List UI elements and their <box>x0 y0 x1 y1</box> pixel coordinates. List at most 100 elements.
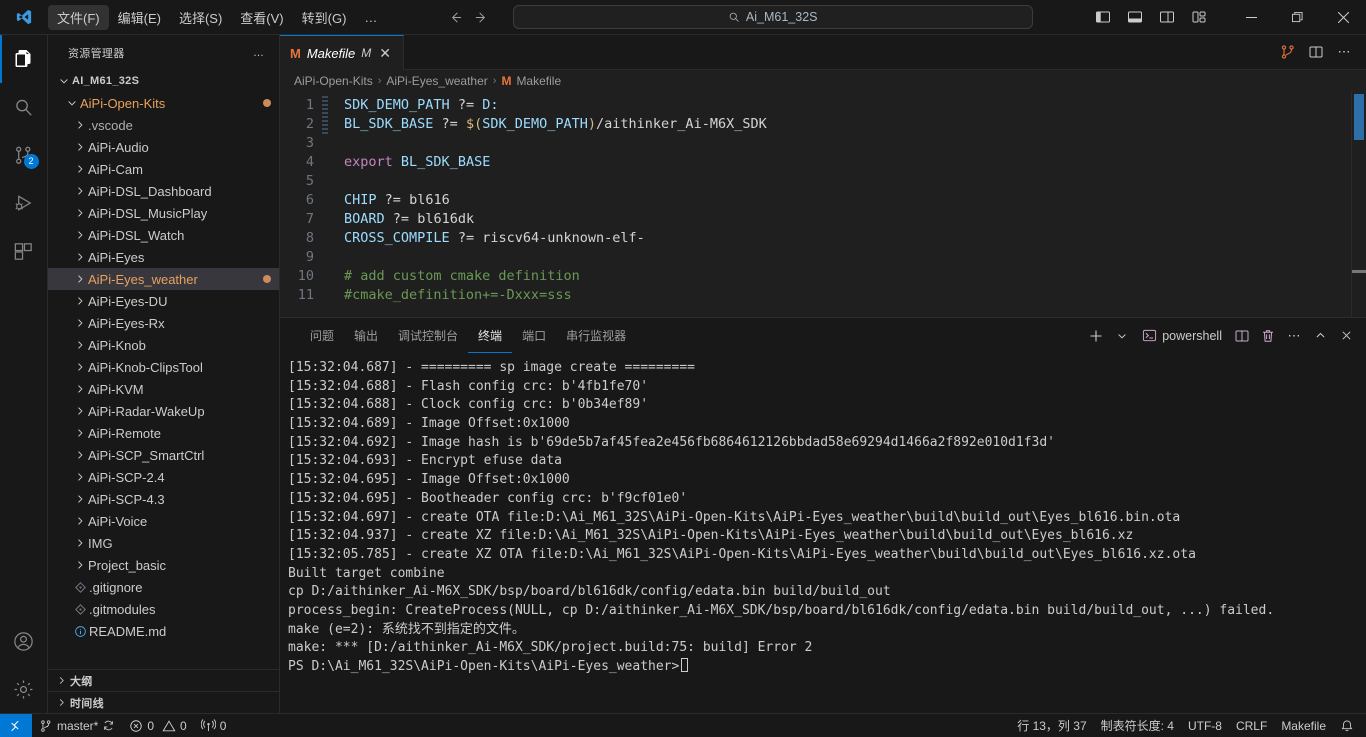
split-editor-icon[interactable] <box>1304 40 1328 64</box>
terminal-prompt[interactable]: PS D:\Ai_M61_32S\AiPi-Open-Kits\AiPi-Eye… <box>288 658 1366 677</box>
menu-go[interactable]: 转到(G) <box>293 5 356 30</box>
tree-item-aipi-dsl-dashboard[interactable]: AiPi-DSL_Dashboard <box>48 180 279 202</box>
tree-item-aipi-knob[interactable]: AiPi-Knob <box>48 334 279 356</box>
chevron-down-icon[interactable] <box>56 75 72 87</box>
navigate-forward-icon[interactable] <box>469 4 495 30</box>
toggle-primary-sidebar-icon[interactable] <box>1088 2 1118 32</box>
tree-item-aipi-scp-4-3[interactable]: AiPi-SCP-4.3 <box>48 488 279 510</box>
scrollbar-thumb[interactable] <box>1354 94 1364 140</box>
kill-terminal-trash-icon[interactable] <box>1256 324 1280 348</box>
tree-item-aipi-eyes-rx[interactable]: AiPi-Eyes-Rx <box>48 312 279 334</box>
tree-item-aipi-dsl-watch[interactable]: AiPi-DSL_Watch <box>48 224 279 246</box>
code-line[interactable]: BOARD ?= bl616dk <box>344 210 1366 229</box>
tree-item-aipi-eyes-weather[interactable]: AiPi-Eyes_weather <box>48 268 279 290</box>
split-terminal-icon[interactable] <box>1230 324 1254 348</box>
activity-explorer[interactable] <box>0 35 48 83</box>
terminal-output[interactable]: [15:32:04.687] - ========= sp image crea… <box>280 353 1366 713</box>
activity-extensions[interactable] <box>0 227 48 275</box>
code-editor[interactable]: 1 2 3 4 5 6 7 8 9 10 11 SDK_DEMO_PATH ?= D: BL_SDK_… <box>280 92 1366 317</box>
menu-view[interactable]: 查看(V) <box>231 5 292 30</box>
chevron-right-icon[interactable] <box>72 515 88 527</box>
tree-item-aipi-radar-wakeup[interactable]: AiPi-Radar-WakeUp <box>48 400 279 422</box>
activity-settings-gear[interactable] <box>0 665 48 713</box>
panel-tab-5[interactable]: 串行监视器 <box>556 318 636 353</box>
tree-item-readme-md[interactable]: README.md <box>48 620 279 642</box>
chevron-right-icon[interactable] <box>72 449 88 461</box>
status-language-mode[interactable]: Makefile <box>1274 714 1333 737</box>
file-tree[interactable]: AI_M61_32S AiPi-Open-Kits .vscode AiPi-Audi… <box>48 70 279 669</box>
tree-item-aipi-knob-clipstool[interactable]: AiPi-Knob-ClipsTool <box>48 356 279 378</box>
chevron-right-icon[interactable] <box>72 229 88 241</box>
tree-item-aipi-open-kits[interactable]: AiPi-Open-Kits <box>48 92 279 114</box>
chevron-right-icon[interactable] <box>72 295 88 307</box>
sidebar-more-icon[interactable]: … <box>247 47 271 59</box>
code-line[interactable]: # add custom cmake definition <box>344 267 1366 286</box>
breadcrumb-item-1[interactable]: AiPi-Eyes_weather <box>386 74 487 88</box>
active-terminal-powershell[interactable]: powershell <box>1136 324 1228 348</box>
status-remote-button[interactable] <box>0 713 32 737</box>
status-encoding[interactable]: UTF-8 <box>1181 714 1229 737</box>
chevron-right-icon[interactable] <box>72 339 88 351</box>
code-line[interactable] <box>344 134 1366 153</box>
new-terminal-icon[interactable] <box>1084 324 1108 348</box>
status-ports[interactable]: 0 <box>194 714 234 737</box>
chevron-right-icon[interactable] <box>72 427 88 439</box>
tree-item-ai-m61-32s[interactable]: AI_M61_32S <box>48 70 279 92</box>
tree-item-aipi-kvm[interactable]: AiPi-KVM <box>48 378 279 400</box>
panel-tab-2[interactable]: 调试控制台 <box>388 318 468 353</box>
customize-layout-icon[interactable] <box>1184 2 1214 32</box>
chevron-right-icon[interactable] <box>72 537 88 549</box>
chevron-right-icon[interactable] <box>72 383 88 395</box>
status-cursor-position[interactable]: 行 13，列 37 <box>1010 714 1093 737</box>
activity-search[interactable] <box>0 83 48 131</box>
tree-item-gitmodules[interactable]: .gitmodules <box>48 598 279 620</box>
tree-item-aipi-voice[interactable]: AiPi-Voice <box>48 510 279 532</box>
chevron-right-icon[interactable] <box>72 493 88 505</box>
tree-item-vscode[interactable]: .vscode <box>48 114 279 136</box>
tab-makefile[interactable]: M Makefile M ✕ <box>280 35 404 70</box>
window-maximize-button[interactable] <box>1274 0 1320 35</box>
chevron-right-icon[interactable] <box>72 163 88 175</box>
toggle-secondary-sidebar-icon[interactable] <box>1152 2 1182 32</box>
chevron-right-icon[interactable] <box>72 251 88 263</box>
panel-tab-1[interactable]: 输出 <box>344 318 388 353</box>
activity-run-debug[interactable] <box>0 179 48 227</box>
tree-item-aipi-cam[interactable]: AiPi-Cam <box>48 158 279 180</box>
panel-tab-0[interactable]: 问题 <box>300 318 344 353</box>
menu-file[interactable]: 文件(F) <box>48 4 109 30</box>
close-panel-icon[interactable] <box>1334 324 1358 348</box>
code-line[interactable]: CHIP ?= bl616 <box>344 191 1366 210</box>
status-notifications-bell-icon[interactable] <box>1333 714 1366 737</box>
tree-item-aipi-scp-smartctrl[interactable]: AiPi-SCP_SmartCtrl <box>48 444 279 466</box>
tree-item-img[interactable]: IMG <box>48 532 279 554</box>
terminal-profile-dropdown-icon[interactable] <box>1110 324 1134 348</box>
status-problems[interactable]: 0 0 <box>122 714 193 737</box>
window-minimize-button[interactable] <box>1228 0 1274 35</box>
panel-more-actions-icon[interactable]: ⋯ <box>1282 324 1306 348</box>
window-close-button[interactable] <box>1320 0 1366 35</box>
status-branch[interactable]: master* <box>32 714 122 737</box>
maximize-panel-icon[interactable] <box>1308 324 1332 348</box>
command-center-search[interactable]: Ai_M61_32S <box>512 5 1033 29</box>
tree-item-project-basic[interactable]: Project_basic <box>48 554 279 576</box>
menu-more-icon[interactable]: … <box>355 7 387 28</box>
tree-item-gitignore[interactable]: .gitignore <box>48 576 279 598</box>
navigate-back-icon[interactable] <box>443 4 469 30</box>
chevron-right-icon[interactable] <box>72 317 88 329</box>
chevron-right-icon[interactable] <box>72 141 88 153</box>
activity-source-control[interactable]: 2 <box>0 131 48 179</box>
chevron-right-icon[interactable] <box>72 207 88 219</box>
chevron-right-icon[interactable] <box>72 273 88 285</box>
code-line[interactable]: SDK_DEMO_PATH ?= D: <box>344 96 1366 115</box>
tree-item-aipi-remote[interactable]: AiPi-Remote <box>48 422 279 444</box>
menu-selection[interactable]: 选择(S) <box>170 5 231 30</box>
editor-more-actions-icon[interactable]: ⋯ <box>1332 40 1356 64</box>
tab-close-icon[interactable]: ✕ <box>377 46 393 60</box>
panel-tab-3[interactable]: 终端 <box>468 318 513 353</box>
toggle-panel-icon[interactable] <box>1120 2 1150 32</box>
tree-item-aipi-audio[interactable]: AiPi-Audio <box>48 136 279 158</box>
chevron-right-icon[interactable] <box>72 361 88 373</box>
chevron-right-icon[interactable] <box>72 185 88 197</box>
compare-changes-icon[interactable] <box>1276 40 1300 64</box>
status-eol[interactable]: CRLF <box>1229 714 1274 737</box>
